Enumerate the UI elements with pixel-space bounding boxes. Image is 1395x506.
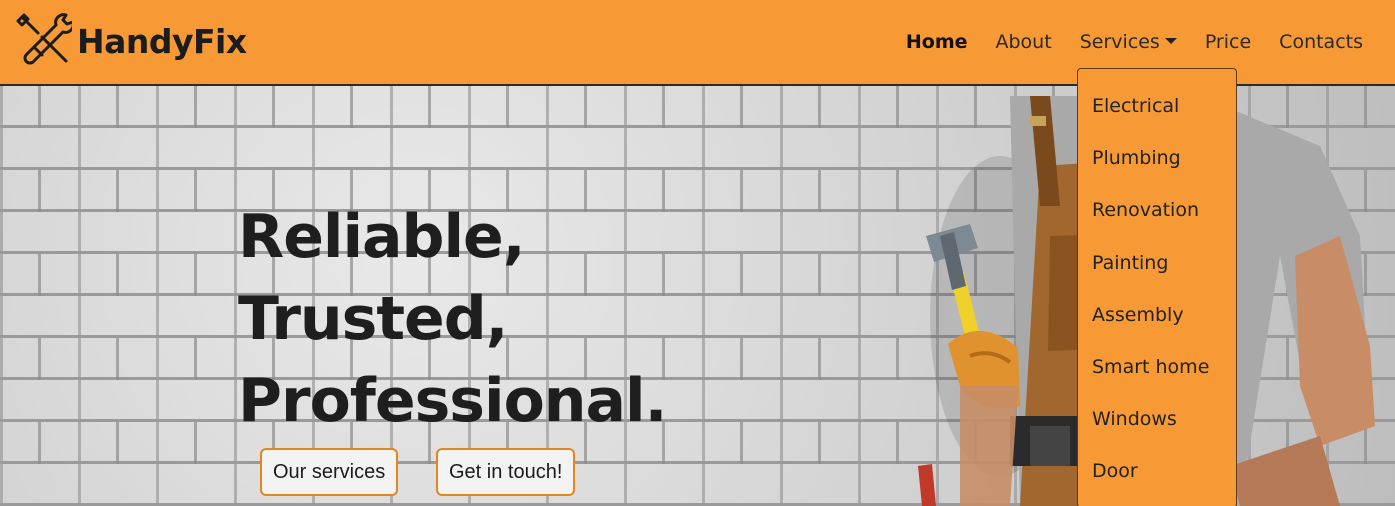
menu-item-assembly[interactable]: Assembly [1078, 292, 1236, 344]
menu-item-door[interactable]: Door [1078, 448, 1236, 500]
hero-line-2: Trusted, [238, 284, 508, 354]
caret-down-icon [1164, 37, 1177, 44]
menu-item-renovation[interactable]: Renovation [1078, 187, 1236, 239]
menu-item-electrical[interactable]: Electrical [1078, 83, 1236, 135]
hero-line-1: Reliable, [238, 202, 526, 272]
tools-icon [16, 13, 72, 65]
menu-item-plumbing[interactable]: Plumbing [1078, 135, 1236, 187]
menu-item-painting[interactable]: Painting [1078, 240, 1236, 292]
menu-item-windows[interactable]: Windows [1078, 396, 1236, 448]
get-in-touch-button[interactable]: Get in touch! [436, 448, 576, 496]
nav-contacts[interactable]: Contacts [1279, 31, 1363, 53]
services-dropdown-menu: Electrical Plumbing Renovation Painting … [1077, 68, 1237, 506]
brand-name: HandyFix [77, 21, 247, 61]
nav-services-label: Services [1079, 31, 1160, 53]
nav-home[interactable]: Home [906, 31, 968, 53]
hero-line-3: Professional. [238, 366, 667, 436]
nav-services[interactable]: Services [1080, 31, 1177, 53]
nav-price[interactable]: Price [1205, 31, 1251, 53]
nav-about[interactable]: About [996, 31, 1052, 53]
brand-logo[interactable]: HandyFix [14, 11, 247, 71]
hero-headline: Reliable, Trusted, Professional. [238, 196, 667, 442]
menu-item-smart-home[interactable]: Smart home [1078, 344, 1236, 396]
our-services-button[interactable]: Our services [260, 448, 399, 496]
